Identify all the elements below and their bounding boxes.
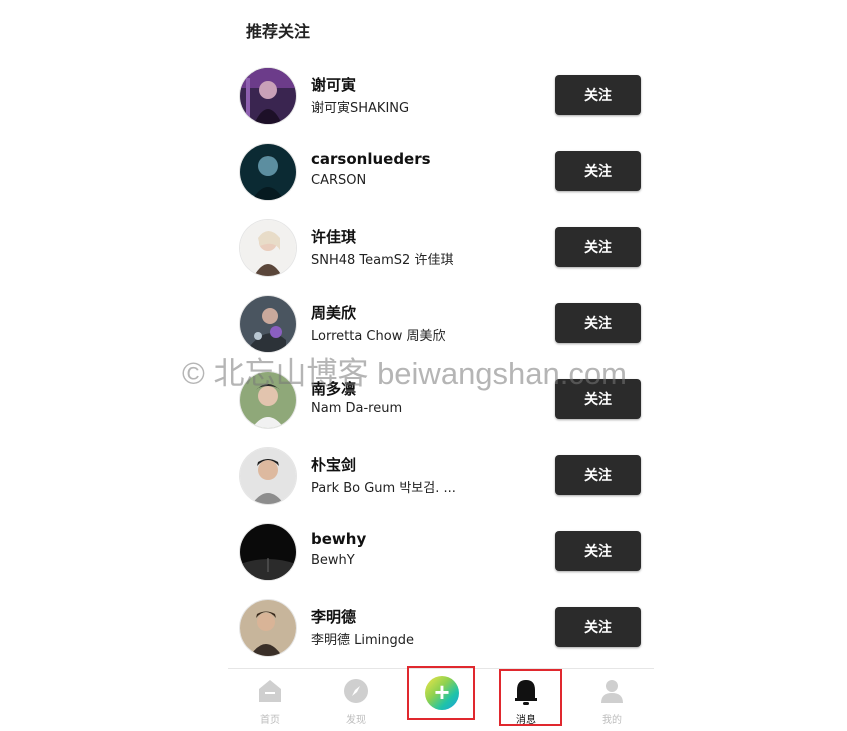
tab-messages-label: 消息 bbox=[516, 715, 536, 726]
tab-home-label: 首页 bbox=[260, 715, 280, 726]
avatar[interactable] bbox=[240, 144, 296, 200]
avatar[interactable] bbox=[240, 220, 296, 276]
plus-icon: + bbox=[434, 677, 450, 707]
list-item: 周美欣 Lorretta Chow 周美欣 关注 bbox=[240, 294, 650, 354]
follow-button[interactable]: 关注 bbox=[555, 75, 641, 115]
tab-discover[interactable]: 发现 bbox=[316, 669, 396, 729]
home-icon bbox=[259, 680, 281, 702]
user-name[interactable]: 李明德 bbox=[311, 606, 356, 627]
list-item: 谢可寅 谢可寅SHAKING 关注 bbox=[240, 66, 650, 126]
add-post-button[interactable]: + bbox=[425, 676, 459, 710]
list-item: bewhy BewhY 关注 bbox=[240, 522, 650, 582]
list-item: 李明德 李明德 Limingde 关注 bbox=[240, 598, 650, 658]
user-name[interactable]: 谢可寅 bbox=[311, 74, 356, 95]
follow-button[interactable]: 关注 bbox=[555, 151, 641, 191]
follow-button[interactable]: 关注 bbox=[555, 303, 641, 343]
avatar[interactable] bbox=[240, 600, 296, 656]
avatar[interactable] bbox=[240, 372, 296, 428]
user-name[interactable]: carsonlueders bbox=[311, 150, 431, 168]
user-name[interactable]: 南多凛 bbox=[311, 378, 356, 399]
user-name[interactable]: bewhy bbox=[311, 530, 366, 548]
follow-button[interactable]: 关注 bbox=[555, 607, 641, 647]
avatar[interactable] bbox=[240, 448, 296, 504]
user-name[interactable]: 朴宝剑 bbox=[311, 454, 356, 475]
follow-button[interactable]: 关注 bbox=[555, 455, 641, 495]
avatar[interactable] bbox=[240, 68, 296, 124]
follow-button[interactable]: 关注 bbox=[555, 379, 641, 419]
follow-button[interactable]: 关注 bbox=[555, 531, 641, 571]
user-icon bbox=[601, 680, 623, 703]
avatar[interactable] bbox=[240, 296, 296, 352]
follow-button[interactable]: 关注 bbox=[555, 227, 641, 267]
user-subtitle: 谢可寅SHAKING bbox=[311, 101, 410, 116]
tab-profile[interactable]: 我的 bbox=[572, 669, 652, 729]
list-item: carsonlueders CARSON 关注 bbox=[240, 142, 650, 202]
user-subtitle: 李明德 Limingde bbox=[311, 633, 415, 648]
tab-messages[interactable]: 消息 bbox=[486, 669, 566, 729]
section-title: 推荐关注 bbox=[246, 22, 311, 41]
bell-icon bbox=[515, 680, 537, 705]
list-item: 朴宝剑 Park Bo Gum 박보검. ... 关注 bbox=[240, 446, 650, 506]
tab-home[interactable]: 首页 bbox=[230, 669, 310, 729]
user-subtitle: BewhY bbox=[311, 553, 355, 568]
user-subtitle: Lorretta Chow 周美欣 bbox=[311, 329, 446, 344]
list-item: 南多凛 Nam Da-reum 关注 bbox=[240, 370, 650, 430]
list-item: 许佳琪 SNH48 TeamS2 许佳琪 关注 bbox=[240, 218, 650, 278]
user-subtitle: SNH48 TeamS2 许佳琪 bbox=[311, 253, 454, 268]
tab-profile-label: 我的 bbox=[602, 715, 622, 726]
user-subtitle: CARSON bbox=[311, 173, 367, 188]
user-name[interactable]: 许佳琪 bbox=[311, 226, 356, 247]
user-subtitle: Park Bo Gum 박보검. ... bbox=[311, 481, 456, 496]
tab-discover-label: 发现 bbox=[346, 715, 366, 726]
user-subtitle: Nam Da-reum bbox=[311, 401, 403, 416]
user-name[interactable]: 周美欣 bbox=[311, 302, 356, 323]
avatar[interactable] bbox=[240, 524, 296, 580]
compass-icon bbox=[344, 679, 368, 703]
